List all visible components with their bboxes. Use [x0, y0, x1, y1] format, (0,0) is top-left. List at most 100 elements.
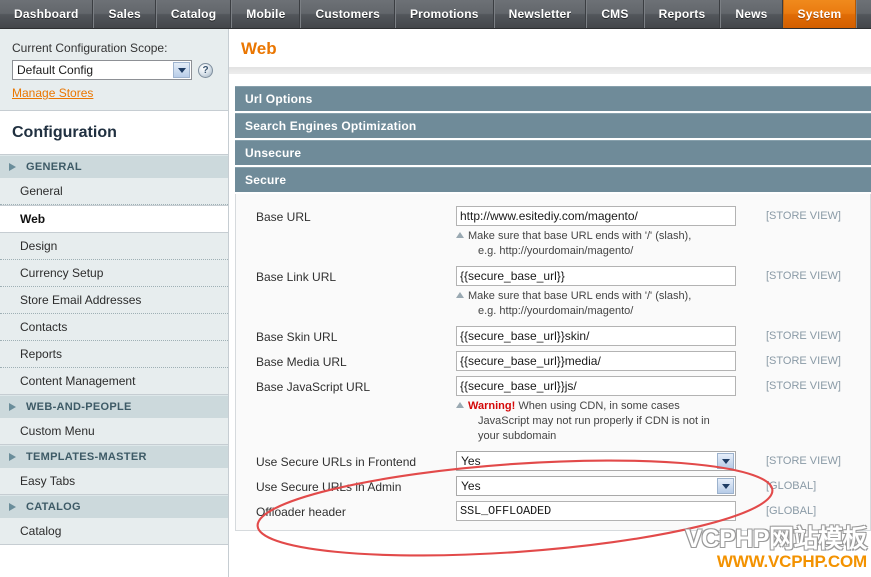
- field-control-use-secure-urls-in-frontend: Yes: [456, 451, 738, 471]
- note-text-line2: e.g. http://yourdomain/magento/: [478, 245, 634, 257]
- field-control-base-skin-url: [456, 326, 738, 346]
- field-label-base-url: Base URL: [256, 210, 311, 224]
- nav-item-promotions[interactable]: Promotions: [394, 0, 494, 28]
- select-value: Yes: [461, 454, 481, 468]
- sidebar-item-content-management[interactable]: Content Management: [0, 368, 228, 394]
- field-row-base-link-url: Base Link URL Make sure that base URL en…: [236, 266, 870, 323]
- select-value: Yes: [461, 479, 481, 493]
- field-label-base-link-url: Base Link URL: [256, 270, 337, 284]
- sidebar-item-currency-setup[interactable]: Currency Setup: [0, 260, 228, 287]
- use-secure-urls-in-admin-select[interactable]: Yes: [456, 476, 736, 496]
- sidebar-item-easy-tabs[interactable]: Easy Tabs: [0, 468, 228, 494]
- field-control-base-url: Make sure that base URL ends with '/' (s…: [456, 206, 738, 263]
- triangle-right-icon: [9, 403, 16, 411]
- field-scope-use-secure-urls-in-frontend: [STORE VIEW]: [766, 455, 841, 467]
- sidebar-item-catalog[interactable]: Catalog: [0, 518, 228, 544]
- section-secure[interactable]: Secure: [235, 167, 871, 192]
- sidebar-group-header-web-and-people[interactable]: WEB-AND-PEOPLE: [0, 395, 228, 418]
- base-link-url-input[interactable]: [456, 266, 736, 286]
- chevron-down-icon[interactable]: [717, 478, 734, 494]
- secure-fieldset: Base URL Make sure that base URL ends wi…: [235, 194, 871, 531]
- note-triangle-icon: [456, 402, 464, 408]
- nav-item-sales[interactable]: Sales: [93, 0, 156, 28]
- note-text-line2: JavaScript may not run properly if CDN i…: [478, 415, 710, 427]
- field-row-use-secure-urls-in-frontend: Use Secure URLs in Frontend Yes [STORE V…: [236, 451, 870, 473]
- manage-stores-link[interactable]: Manage Stores: [12, 86, 93, 100]
- base-skin-url-input[interactable]: [456, 326, 736, 346]
- main-navigation-bar: Dashboard Sales Catalog Mobile Customers…: [0, 0, 871, 29]
- sidebar-group-web-and-people: WEB-AND-PEOPLE Custom Menu: [0, 395, 228, 445]
- configuration-scope-panel: Current Configuration Scope: Default Con…: [0, 29, 228, 111]
- triangle-right-icon: [9, 163, 16, 171]
- nav-item-mobile[interactable]: Mobile: [231, 0, 301, 28]
- page-body: Current Configuration Scope: Default Con…: [0, 29, 871, 577]
- note-text-line1: Make sure that base URL ends with '/' (s…: [468, 290, 692, 302]
- note-triangle-icon: [456, 232, 464, 238]
- nav-item-system[interactable]: System: [782, 0, 857, 28]
- note-text-line2: e.g. http://yourdomain/magento/: [478, 305, 634, 317]
- sidebar-item-custom-menu[interactable]: Custom Menu: [0, 418, 228, 444]
- nav-item-news[interactable]: News: [720, 0, 783, 28]
- field-scope-use-secure-urls-in-admin: [GLOBAL]: [766, 480, 817, 492]
- sidebar-item-reports[interactable]: Reports: [0, 341, 228, 368]
- field-control-offloader-header: [456, 501, 738, 521]
- configuration-scope-select[interactable]: Default Config: [12, 60, 192, 80]
- base-media-url-input[interactable]: [456, 351, 736, 371]
- chevron-down-icon[interactable]: [717, 453, 734, 469]
- field-scope-offloader-header: [GLOBAL]: [766, 505, 817, 517]
- field-scope-base-link-url: [STORE VIEW]: [766, 270, 841, 282]
- sidebar-item-store-email-addresses[interactable]: Store Email Addresses: [0, 287, 228, 314]
- note-text-line3: your subdomain: [478, 430, 557, 442]
- nav-item-customers[interactable]: Customers: [300, 0, 395, 28]
- field-row-use-secure-urls-in-admin: Use Secure URLs in Admin Yes [GLOBAL]: [236, 476, 870, 498]
- scope-row: Default Config ?: [12, 60, 218, 80]
- nav-item-dashboard[interactable]: Dashboard: [0, 0, 94, 28]
- chevron-down-icon[interactable]: [173, 62, 190, 78]
- nav-item-reports[interactable]: Reports: [643, 0, 721, 28]
- sidebar-group-label: CATALOG: [26, 501, 81, 513]
- page-title: Web: [241, 39, 277, 58]
- sidebar-group-label: GENERAL: [26, 161, 82, 173]
- configuration-heading: Configuration: [0, 111, 228, 155]
- sidebar-item-general[interactable]: General: [0, 178, 228, 205]
- field-row-base-media-url: Base Media URL [STORE VIEW]: [236, 351, 870, 373]
- field-label-offloader-header: Offloader header: [256, 505, 346, 519]
- title-divider: [229, 67, 871, 74]
- main-content: Web Url Options Search Engines Optimizat…: [229, 29, 871, 577]
- section-url-options[interactable]: Url Options: [235, 86, 871, 111]
- nav-item-newsletter[interactable]: Newsletter: [493, 0, 587, 28]
- nav-item-cms[interactable]: CMS: [586, 0, 644, 28]
- sidebar-group-general: GENERAL General Web Design Currency Setu…: [0, 155, 228, 395]
- sidebar-group-catalog: CATALOG Catalog: [0, 495, 228, 545]
- sidebar-item-contacts[interactable]: Contacts: [0, 314, 228, 341]
- field-row-base-javascript-url: Base JavaScript URL Warning! When using …: [236, 376, 870, 448]
- triangle-right-icon: [9, 453, 16, 461]
- section-search-engines-optimization[interactable]: Search Engines Optimization: [235, 113, 871, 138]
- sidebar-group-header-catalog[interactable]: CATALOG: [0, 495, 228, 518]
- sidebar-item-web[interactable]: Web: [0, 205, 228, 233]
- field-control-base-link-url: Make sure that base URL ends with '/' (s…: [456, 266, 738, 323]
- sidebar-group-label: TEMPLATES-MASTER: [26, 451, 147, 463]
- field-label-use-secure-urls-in-frontend: Use Secure URLs in Frontend: [256, 455, 417, 469]
- collapsible-sections: Url Options Search Engines Optimization …: [229, 86, 871, 192]
- nav-item-catalog[interactable]: Catalog: [155, 0, 232, 28]
- field-row-base-url: Base URL Make sure that base URL ends wi…: [236, 206, 870, 263]
- sidebar-item-design[interactable]: Design: [0, 233, 228, 260]
- use-secure-urls-in-frontend-select[interactable]: Yes: [456, 451, 736, 471]
- base-url-input[interactable]: [456, 206, 736, 226]
- note-warning-label: Warning!: [468, 400, 516, 412]
- base-javascript-url-input[interactable]: [456, 376, 736, 396]
- sidebar-group-header-templates-master[interactable]: TEMPLATES-MASTER: [0, 445, 228, 468]
- section-unsecure[interactable]: Unsecure: [235, 140, 871, 165]
- sidebar-group-templates-master: TEMPLATES-MASTER Easy Tabs: [0, 445, 228, 495]
- field-row-offloader-header: Offloader header [GLOBAL]: [236, 501, 870, 523]
- offloader-header-input[interactable]: [456, 501, 736, 521]
- nav-filler: [856, 0, 871, 28]
- field-scope-base-media-url: [STORE VIEW]: [766, 355, 841, 367]
- help-icon[interactable]: ?: [198, 62, 213, 78]
- note-text-line1: Make sure that base URL ends with '/' (s…: [468, 230, 692, 242]
- field-label-base-media-url: Base Media URL: [256, 355, 347, 369]
- field-label-use-secure-urls-in-admin: Use Secure URLs in Admin: [256, 480, 402, 494]
- field-label-base-javascript-url: Base JavaScript URL: [256, 380, 371, 394]
- sidebar-group-header-general[interactable]: GENERAL: [0, 155, 228, 178]
